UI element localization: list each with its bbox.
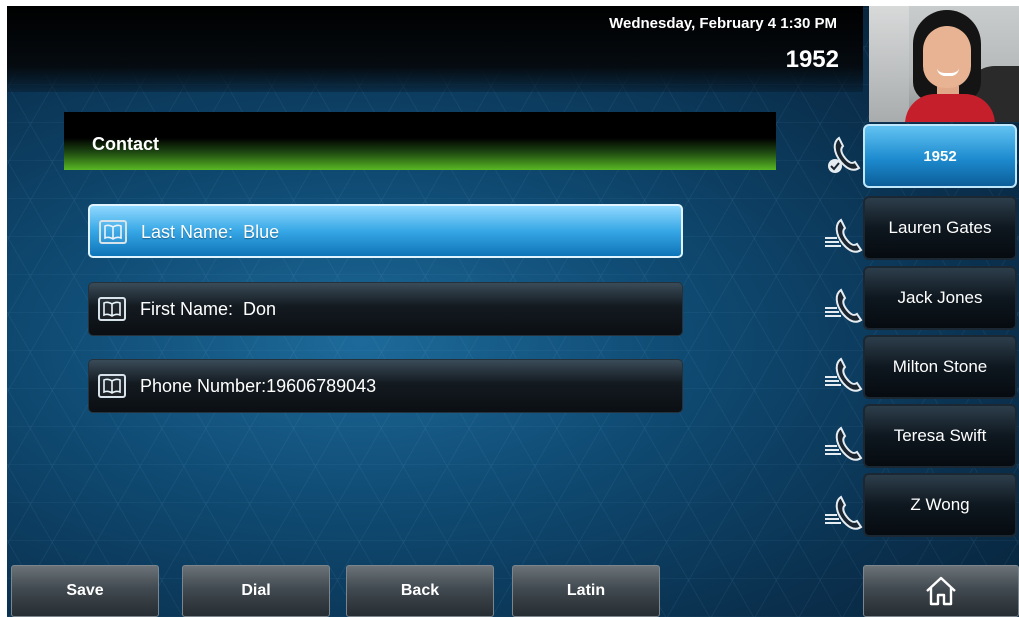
first-name-field[interactable]: First Name: Don [88, 282, 683, 336]
line-key-lauren-gates[interactable]: Lauren Gates [863, 196, 1017, 260]
page-title: Contact [92, 134, 159, 154]
registered-line-icon [828, 136, 861, 173]
save-button[interactable]: Save [11, 565, 159, 617]
directory-book-icon [99, 220, 127, 244]
directory-book-icon [98, 374, 126, 398]
line-key-teresa-swift[interactable]: Teresa Swift [863, 404, 1017, 468]
status-bar: Wednesday, February 4 1:30 PM 1952 [7, 6, 863, 92]
first-name-text: First Name: Don [140, 299, 276, 320]
home-button[interactable] [863, 565, 1019, 617]
date-time: Wednesday, February 4 1:30 PM [609, 15, 837, 32]
speed-dial-icon [825, 357, 863, 392]
line-key-z-wong[interactable]: Z Wong [863, 473, 1017, 537]
line-key-1952[interactable]: 1952 [863, 124, 1017, 188]
field-value: 19606789043 [266, 376, 377, 396]
speed-dial-icon [825, 218, 863, 253]
back-button[interactable]: Back [346, 565, 494, 617]
field-label: First Name: [140, 299, 234, 319]
latin-button[interactable]: Latin [512, 565, 660, 617]
phone-screen: Wednesday, February 4 1:30 PM 1952 Conta… [7, 6, 1019, 617]
field-label: Phone Number: [140, 376, 267, 396]
phone-number-text: Phone Number:19606789043 [140, 376, 376, 397]
line-key-jack-jones[interactable]: Jack Jones [863, 266, 1017, 330]
directory-book-icon [98, 297, 126, 321]
last-name-text: Last Name: Blue [141, 222, 279, 243]
contact-header: Contact [64, 112, 776, 170]
last-name-field[interactable]: Last Name: Blue [88, 204, 683, 258]
speed-dial-icon [825, 426, 863, 461]
user-avatar [869, 6, 1019, 122]
speed-dial-icon [825, 288, 863, 323]
home-icon [926, 576, 956, 606]
speed-dial-icon [825, 495, 863, 530]
extension-number: 1952 [785, 46, 839, 73]
field-value: Blue [243, 222, 280, 242]
field-value: Don [243, 299, 277, 319]
phone-number-field[interactable]: Phone Number:19606789043 [88, 359, 683, 413]
field-label: Last Name: [141, 222, 234, 242]
line-key-milton-stone[interactable]: Milton Stone [863, 335, 1017, 399]
dial-button[interactable]: Dial [182, 565, 330, 617]
